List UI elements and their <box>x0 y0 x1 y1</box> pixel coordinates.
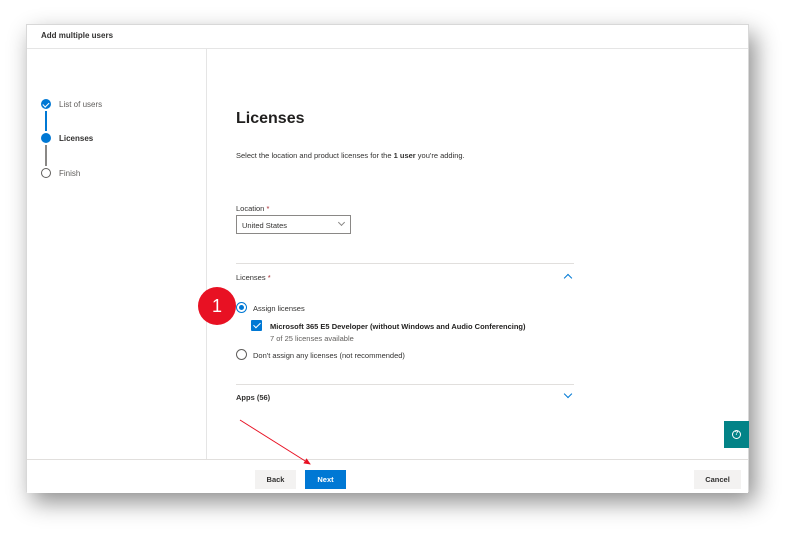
dont-assign-label: Don't assign any licenses (not recommend… <box>253 351 405 360</box>
step-connector <box>45 145 47 166</box>
chevron-down-icon <box>337 218 346 227</box>
page-description: Select the location and product licenses… <box>236 151 465 160</box>
divider <box>236 263 574 264</box>
step-list-of-users[interactable]: List of users <box>41 97 102 111</box>
chevron-down-icon[interactable] <box>563 389 573 399</box>
location-label: Location * <box>236 204 269 213</box>
dont-assign-radio[interactable] <box>236 349 247 360</box>
wizard-steps: List of users Licenses Finish <box>27 49 207 459</box>
license-checkbox[interactable] <box>251 320 262 331</box>
check-circle-icon <box>41 99 51 109</box>
licenses-label: Licenses <box>236 273 266 282</box>
assign-licenses-radio[interactable] <box>236 302 247 313</box>
current-step-dot-icon <box>41 133 51 143</box>
description-text: Select the location and product licenses… <box>236 151 394 160</box>
license-name: Microsoft 365 E5 Developer (without Wind… <box>270 322 526 331</box>
chevron-up-icon[interactable] <box>563 273 573 283</box>
step-label: Licenses <box>59 133 94 143</box>
question-icon: ? <box>732 430 741 439</box>
step-finish[interactable]: Finish <box>41 166 80 180</box>
required-marker: * <box>267 273 271 282</box>
description-text: you're adding. <box>415 151 465 160</box>
back-button[interactable]: Back <box>255 470 296 489</box>
user-count: 1 user <box>393 151 416 160</box>
help-button[interactable]: ? <box>724 421 749 448</box>
next-button[interactable]: Next <box>305 470 346 489</box>
step-label: Finish <box>59 168 81 178</box>
title-bar: Add multiple users <box>27 25 748 49</box>
location-label-text: Location <box>236 204 265 213</box>
license-availability: 7 of 25 licenses available <box>270 334 354 343</box>
step-licenses[interactable]: Licenses <box>41 131 93 145</box>
location-value: United States <box>242 221 288 230</box>
main-content: Licenses Select the location and product… <box>208 49 749 459</box>
required-marker: * <box>266 204 270 213</box>
add-users-panel: Add multiple users List of users License… <box>26 24 749 493</box>
licenses-section-header[interactable]: Licenses * <box>236 273 271 282</box>
apps-section-header[interactable]: Apps (56) <box>236 393 270 402</box>
annotation-badge: 1 <box>198 287 236 325</box>
step-label: List of users <box>59 99 103 109</box>
cancel-button[interactable]: Cancel <box>694 470 741 489</box>
footer-bar: Back Next Cancel <box>27 459 748 493</box>
empty-circle-icon <box>41 168 51 178</box>
panel-title: Add multiple users <box>41 31 114 40</box>
page-title: Licenses <box>236 110 305 127</box>
divider <box>236 384 574 385</box>
assign-licenses-label: Assign licenses <box>253 304 305 313</box>
location-dropdown[interactable]: United States <box>236 215 351 234</box>
step-connector <box>45 111 47 131</box>
